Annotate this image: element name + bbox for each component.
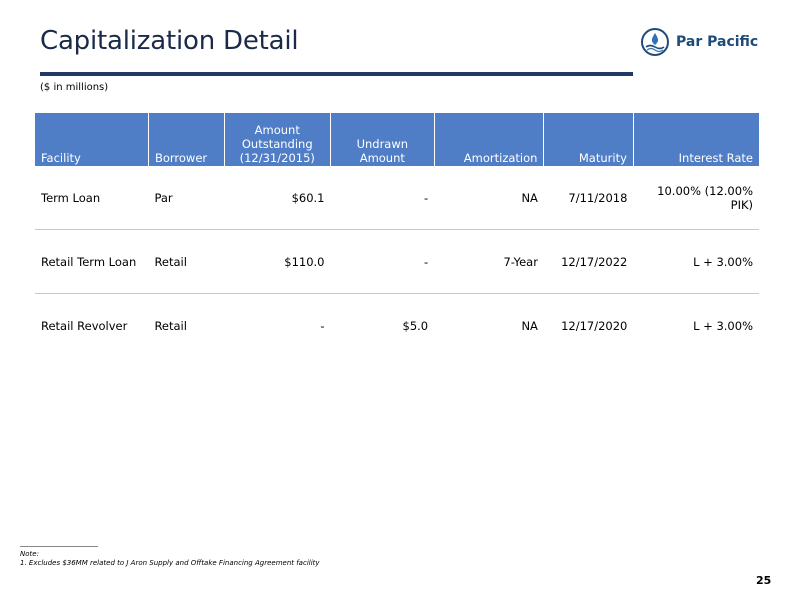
par-pacific-logo-icon (641, 28, 669, 56)
cell-amount: $110.0 (224, 229, 331, 294)
cell-undrawn: $5.0 (402, 318, 429, 333)
cell-undrawn: - (330, 229, 435, 294)
col-borrower: Borrower (148, 113, 225, 166)
cell-borrower: Retail (148, 229, 225, 294)
cell-borrower: Retail (154, 318, 187, 333)
table-row: Term Loan Par $60.1 - NA 7/11/2018 10.00… (35, 166, 759, 230)
cell-borrower: Par (148, 166, 225, 230)
cell-facility: Term Loan (35, 166, 149, 230)
col-facility: Facility (35, 113, 149, 166)
cell-maturity: 7/11/2018 (543, 166, 634, 230)
units-subtitle: ($ in millions) (40, 82, 109, 93)
col-amount-line-1: Amount (254, 123, 300, 137)
cell-amortization: 7-Year (434, 229, 544, 294)
cell-interest-rate: 10.00% (12.00% PIK) (633, 166, 759, 230)
cell-interest-rate: L + 3.00% (693, 318, 753, 333)
cell-facility: Retail Revolver (41, 318, 128, 333)
col-amount-outstanding: Amount Outstanding (12/31/2015) (224, 113, 332, 166)
cell-maturity: 12/17/2022 (543, 229, 634, 294)
cell-amortization: NA (434, 166, 544, 230)
col-amount-line-2: Outstanding (241, 137, 313, 151)
table-row: Retail Term Loan Retail $110.0 - 7-Year … (35, 229, 759, 294)
cell-facility: Retail Term Loan (35, 229, 149, 294)
table-row: Retail Revolver Retail - $5.0 NA 12/17/2… (35, 294, 759, 358)
col-interest-rate: Interest Rate (633, 113, 759, 166)
col-amortization: Amortization (434, 113, 545, 166)
cell-amount: $60.1 (224, 166, 331, 230)
page-title: Capitalization Detail (40, 26, 299, 56)
cell-amount: - (320, 318, 325, 333)
cell-interest-rate: L + 3.00% (633, 229, 759, 294)
page-number: 25 (756, 574, 772, 587)
table-header-row: Facility Borrower Amount Outstanding (12… (35, 113, 759, 166)
footnote-text: 1. Excludes $36MM related to J Aron Supp… (20, 559, 320, 567)
cell-maturity: 12/17/2020 (561, 318, 628, 333)
company-logo: Par Pacific (640, 26, 770, 58)
title-underline (40, 72, 633, 76)
col-amount-line-3: (12/31/2015) (239, 151, 315, 165)
cell-amortization: NA (521, 318, 538, 333)
logo-wordmark: Par Pacific (676, 34, 759, 50)
capitalization-table: Facility Borrower Amount Outstanding (12… (35, 113, 759, 357)
cell-undrawn: - (330, 166, 435, 230)
col-maturity: Maturity (543, 113, 634, 166)
col-undrawn-amount: Undrawn Amount (330, 113, 435, 166)
footnote-divider (20, 546, 98, 547)
footnote-label: Note: (20, 550, 39, 558)
